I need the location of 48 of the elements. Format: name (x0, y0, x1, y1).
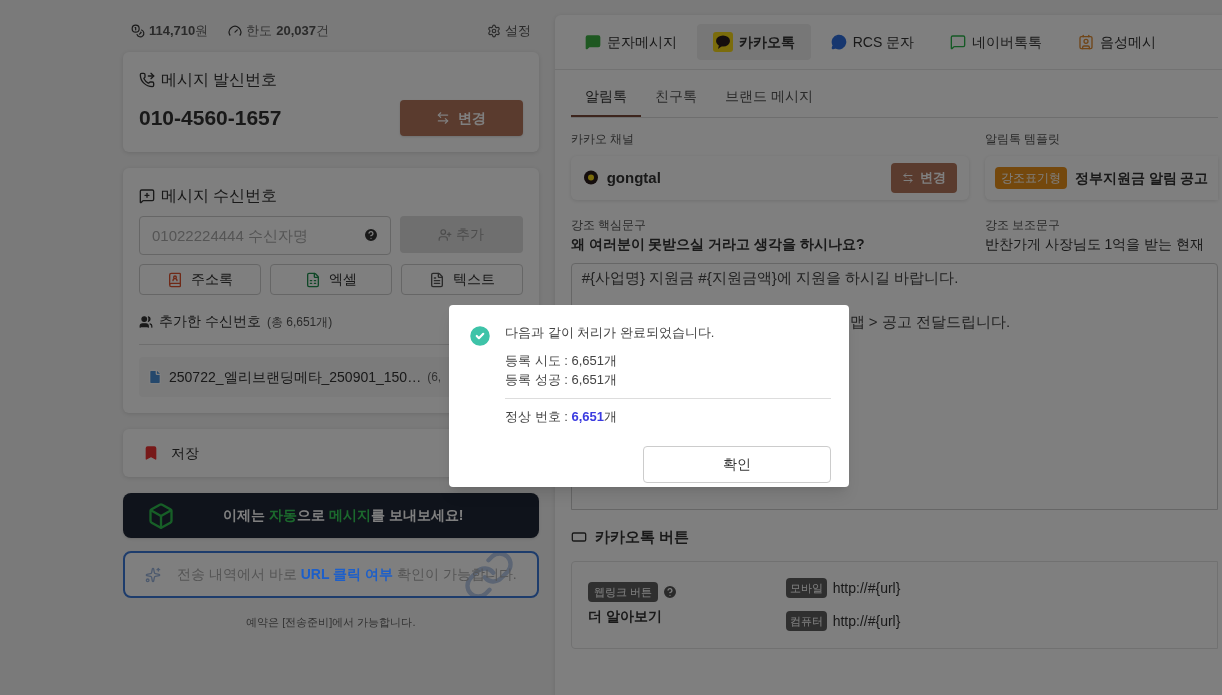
limit-label: 한도 (246, 22, 273, 41)
channel-tab[interactable]: 문자메시지 (568, 24, 693, 60)
reserve-note: 예약은 [전송준비]에서 가능합니다. (245, 615, 417, 630)
link-type-badge: 모바일 (785, 577, 827, 599)
button-name: 더 알아보기 (587, 607, 663, 627)
promo-banner[interactable]: 이제는 자동으로 메시지를 보내보세요! (123, 493, 539, 538)
added-total: (총 6,651개) (266, 313, 333, 331)
sender-title: 메시지 발신번호 (161, 70, 278, 90)
message-type-tab[interactable]: 알림톡 (570, 82, 641, 117)
template-badge: 강조표기형 (994, 167, 1067, 189)
emphasis-text: 반찬가게 사장님도 1억을 받는 현재 (984, 235, 1205, 254)
limit-unit: 건 (316, 22, 330, 41)
balance-unit: 원 (195, 22, 209, 41)
kakao-buttons-title: 카카오톡 버튼 (594, 527, 689, 547)
emphasis-label: 강조 보조문구 (984, 217, 1061, 234)
settings-button[interactable]: 설정 (486, 21, 531, 41)
file-count: (6, (427, 369, 442, 386)
promo-text: 이제는 자동으로 메시지를 보내보세요! (223, 506, 464, 525)
message-type-tab[interactable]: 친구톡 (640, 82, 711, 117)
link-url: http://#{url} (832, 578, 901, 598)
message-line: #{사업명} 지원금 #{지원금액}에 지원을 하시길 바랍니다. (581, 268, 960, 288)
channel-tab[interactable]: 네이버톡톡 (934, 24, 1059, 60)
confirm-button[interactable]: 확인 (643, 446, 831, 483)
emphasis-text: 왜 여러분이 못받으실 거라고 생각을 하시나요? (570, 235, 866, 254)
link-url: http://#{url} (832, 611, 901, 631)
channel-tab[interactable]: 음성메시 (1062, 24, 1173, 60)
limit-amount: 20,037 (276, 22, 317, 41)
added-title: 추가한 수신번호 (159, 312, 261, 331)
link-type-badge: 컴퓨터 (785, 610, 827, 632)
save-label[interactable]: 저장 (171, 442, 199, 464)
template-name: 정부지원금 알림 공고 (1074, 168, 1209, 188)
balance-amount: 114,710 (149, 22, 196, 41)
recipient-title: 메시지 수신번호 (161, 186, 278, 206)
channel-tab[interactable]: RCS 문자 (814, 24, 931, 60)
import-button[interactable]: 텍스트 (400, 264, 523, 295)
channel-tab[interactable]: 카카오톡 (696, 24, 811, 60)
message-type-tab[interactable]: 브랜드 메시지 (710, 82, 827, 117)
change-button[interactable]: 변경 (890, 163, 957, 193)
channel-name: gongtal (606, 167, 661, 188)
button-type-badge: 웹링크 버튼 (587, 581, 658, 603)
import-button[interactable]: 주소록 (139, 264, 261, 295)
emphasis-label: 강조 핵심문구 (570, 217, 647, 234)
change-button[interactable]: 변경 (399, 100, 523, 136)
template-label: 알림톡 템플릿 (984, 131, 1061, 148)
channel-label: 카카오 채널 (570, 131, 635, 148)
sender-number: 010-4560-1657 (139, 105, 282, 132)
file-name: 250722_엘리브랜딩메타_250901_150… (169, 367, 422, 387)
import-button[interactable]: 엑셀 (269, 264, 392, 295)
